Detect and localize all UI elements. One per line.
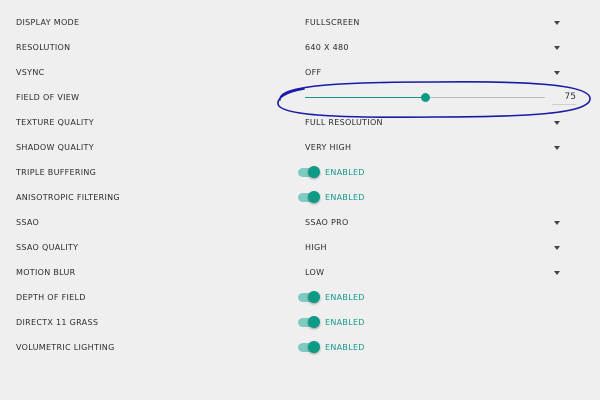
- dropdown-value: LOW: [305, 268, 325, 277]
- ssao-dropdown[interactable]: SSAO PRO: [305, 210, 565, 235]
- setting-label: FIELD OF VIEW: [16, 93, 80, 102]
- display-mode-dropdown[interactable]: FULLSCREEN: [305, 10, 565, 35]
- setting-row-ssao: SSAO SSAO PRO: [0, 210, 600, 235]
- chevron-down-icon: [554, 46, 560, 50]
- setting-label: RESOLUTION: [16, 43, 71, 52]
- setting-row-vsync: VSYNC OFF: [0, 60, 600, 85]
- volumetric-lighting-toggle[interactable]: ENABLED: [298, 339, 398, 356]
- field-of-view-slider[interactable]: [305, 85, 545, 110]
- chevron-down-icon: [554, 121, 560, 125]
- dropdown-value: SSAO PRO: [305, 218, 349, 227]
- setting-row-anisotropic-filtering: ANISOTROPIC FILTERING ENABLED: [0, 185, 600, 210]
- toggle-state-label: ENABLED: [325, 318, 365, 327]
- chevron-down-icon: [554, 21, 560, 25]
- toggle-knob: [308, 291, 320, 303]
- setting-label: TRIPLE BUFFERING: [16, 168, 97, 177]
- resolution-dropdown[interactable]: 640 X 480: [305, 35, 565, 60]
- toggle-state-label: ENABLED: [325, 293, 365, 302]
- vsync-dropdown[interactable]: OFF: [305, 60, 565, 85]
- triple-buffering-toggle[interactable]: ENABLED: [298, 164, 398, 181]
- chevron-down-icon: [554, 71, 560, 75]
- dropdown-value: FULLSCREEN: [305, 18, 360, 27]
- dropdown-value: OFF: [305, 68, 322, 77]
- toggle-state-label: ENABLED: [325, 193, 365, 202]
- setting-row-volumetric-lighting: VOLUMETRIC LIGHTING ENABLED: [0, 335, 600, 360]
- chevron-down-icon: [554, 146, 560, 150]
- toggle-knob: [308, 341, 320, 353]
- setting-row-resolution: RESOLUTION 640 X 480: [0, 35, 600, 60]
- ssao-quality-dropdown[interactable]: HIGH: [305, 235, 565, 260]
- setting-label: TEXTURE QUALITY: [16, 118, 94, 127]
- slider-fill: [305, 97, 425, 98]
- anisotropic-filtering-toggle[interactable]: ENABLED: [298, 189, 398, 206]
- setting-row-ssao-quality: SSAO QUALITY HIGH: [0, 235, 600, 260]
- setting-label: DIRECTX 11 GRASS: [16, 318, 99, 327]
- setting-row-motion-blur: MOTION BLUR LOW: [0, 260, 600, 285]
- field-of-view-input[interactable]: [552, 90, 576, 105]
- setting-label: DEPTH OF FIELD: [16, 293, 86, 302]
- setting-label: ANISOTROPIC FILTERING: [16, 193, 120, 202]
- toggle-knob: [308, 316, 320, 328]
- chevron-down-icon: [554, 271, 560, 275]
- chevron-down-icon: [554, 221, 560, 225]
- setting-label: SHADOW QUALITY: [16, 143, 94, 152]
- dropdown-value: 640 X 480: [305, 43, 349, 52]
- slider-thumb[interactable]: [421, 93, 430, 102]
- setting-label: DISPLAY MODE: [16, 18, 80, 27]
- setting-row-directx-11-grass: DIRECTX 11 GRASS ENABLED: [0, 310, 600, 335]
- setting-label: VSYNC: [16, 68, 45, 77]
- toggle-knob: [308, 191, 320, 203]
- setting-row-triple-buffering: TRIPLE BUFFERING ENABLED: [0, 160, 600, 185]
- setting-label: SSAO: [16, 218, 40, 227]
- setting-label: SSAO QUALITY: [16, 243, 79, 252]
- setting-row-field-of-view: FIELD OF VIEW: [0, 85, 600, 110]
- toggle-state-label: ENABLED: [325, 343, 365, 352]
- toggle-knob: [308, 166, 320, 178]
- setting-label: MOTION BLUR: [16, 268, 76, 277]
- setting-row-texture-quality: TEXTURE QUALITY FULL RESOLUTION: [0, 110, 600, 135]
- dropdown-value: HIGH: [305, 243, 327, 252]
- shadow-quality-dropdown[interactable]: VERY HIGH: [305, 135, 565, 160]
- setting-row-depth-of-field: DEPTH OF FIELD ENABLED: [0, 285, 600, 310]
- setting-row-shadow-quality: SHADOW QUALITY VERY HIGH: [0, 135, 600, 160]
- motion-blur-dropdown[interactable]: LOW: [305, 260, 565, 285]
- dropdown-value: FULL RESOLUTION: [305, 118, 383, 127]
- setting-row-display-mode: DISPLAY MODE FULLSCREEN: [0, 10, 600, 35]
- chevron-down-icon: [554, 246, 560, 250]
- directx-11-grass-toggle[interactable]: ENABLED: [298, 314, 398, 331]
- depth-of-field-toggle[interactable]: ENABLED: [298, 289, 398, 306]
- toggle-state-label: ENABLED: [325, 168, 365, 177]
- dropdown-value: VERY HIGH: [305, 143, 352, 152]
- setting-label: VOLUMETRIC LIGHTING: [16, 343, 115, 352]
- texture-quality-dropdown[interactable]: FULL RESOLUTION: [305, 110, 565, 135]
